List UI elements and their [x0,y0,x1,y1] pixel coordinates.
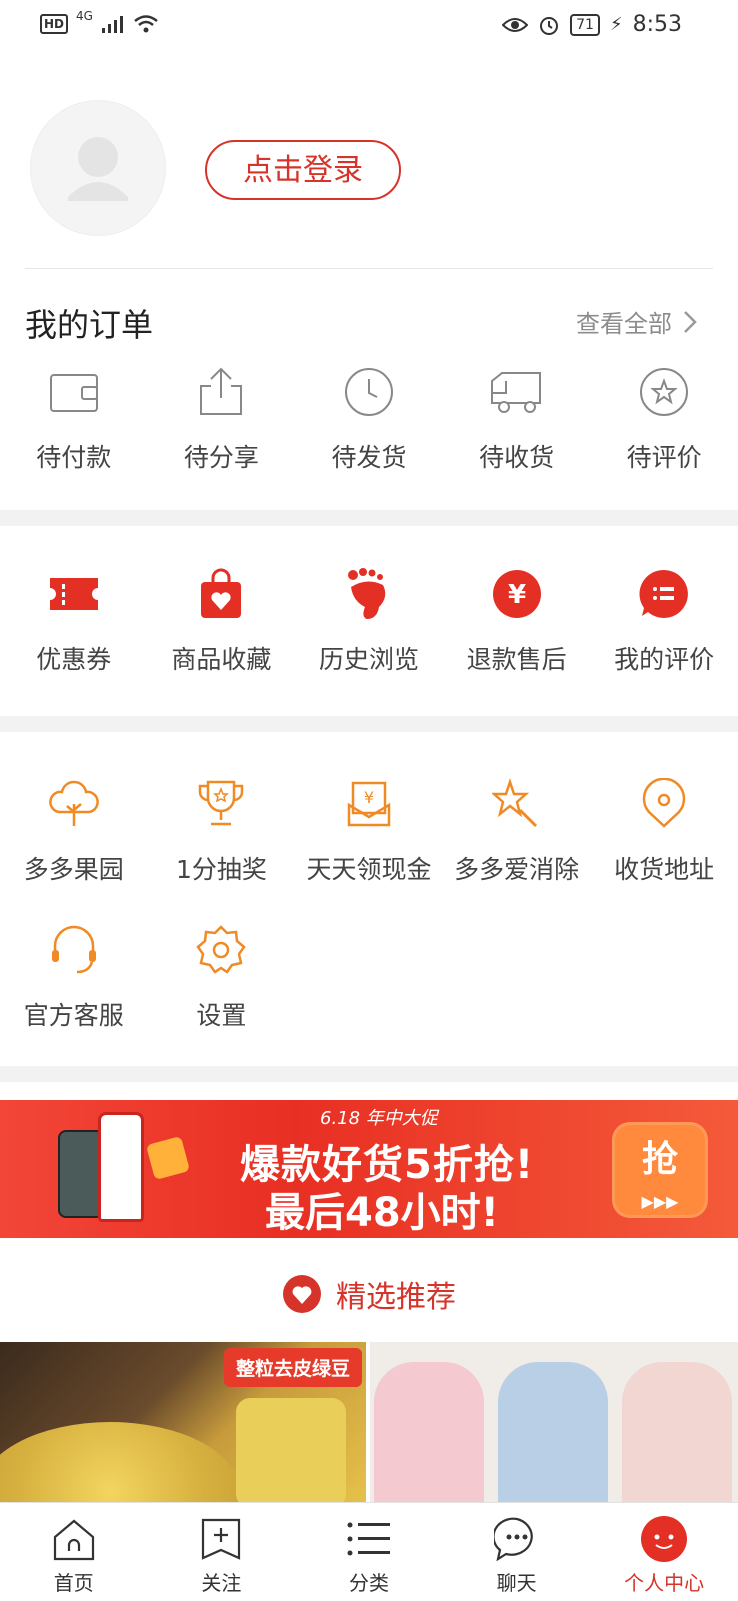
view-all-orders-link[interactable]: 查看全部 [576,304,698,339]
svg-text:¥: ¥ [364,788,374,807]
daily-cash-item[interactable]: ¥ 天天领现金 [295,776,443,886]
grab-button[interactable]: 抢 ▶▶▶ [612,1122,708,1218]
promo-banner[interactable]: 6.18 年中大促 爆款好货5折抢! 最后48小时! 抢 ▶▶▶ [0,1100,738,1238]
clock-icon [344,368,393,416]
trophy-icon [199,780,244,826]
section-gap [0,716,738,732]
login-button[interactable]: 点击登录 [205,140,401,200]
quick-actions-row: 优惠券 商品收藏 历史浏览 ¥ 退款售后 我的评价 [0,566,738,676]
refund-item[interactable]: ¥ 退款售后 [443,566,591,676]
section-gap [0,510,738,526]
beans-bowl-image [0,1422,240,1502]
featured-header: 精选推荐 [0,1252,738,1336]
bottom-tab-bar: 首页 关注 分类 聊天 个人中心 [0,1502,738,1601]
banner-tag: 6.18 年中大促 [320,1108,438,1129]
address-item[interactable]: 收货地址 [590,776,738,886]
battery-indicator: 71 [570,13,600,36]
signal-icon [101,16,123,33]
tab-profile[interactable]: 个人中心 [590,1503,738,1601]
lottery-item[interactable]: 1分抽奖 [148,776,296,886]
user-placeholder-icon [68,137,128,201]
location-icon [642,778,686,828]
tab-chat[interactable]: 聊天 [443,1503,591,1601]
magic-star-icon [491,778,537,828]
tab-home[interactable]: 首页 [0,1503,148,1601]
category-icon [347,1522,390,1556]
wallet-icon [49,374,98,412]
settings-icon [196,925,247,974]
truck-icon [490,372,541,413]
services-row-1: 多多果园 1分抽奖 ¥ 天天领现金 多多爱消除 收货地址 [0,776,738,886]
liquor-product-image [98,1112,144,1222]
wifi-icon [134,15,158,33]
favorites-item[interactable]: 商品收藏 [148,566,296,676]
order-status-row: 待付款 待分享 待发货 待收货 待评价 [0,364,738,474]
pajama-blue-image [498,1362,608,1502]
order-pending-payment[interactable]: 待付款 [0,364,148,474]
order-pending-share[interactable]: 待分享 [148,364,296,474]
home-icon [53,1519,94,1561]
network-label: 4G [76,9,93,23]
my-reviews-item[interactable]: 我的评价 [590,566,738,676]
product-card-pajamas[interactable] [370,1342,738,1502]
chevron-right-icon [684,310,697,333]
cash-envelope-icon: ¥ [347,781,391,827]
chat-icon [493,1517,533,1562]
pajama-pink-image [374,1362,484,1502]
coupons-item[interactable]: 优惠券 [0,566,148,676]
product-label: 整粒去皮绿豆 [224,1348,363,1387]
history-item[interactable]: 历史浏览 [295,566,443,676]
pajama-floral-image [622,1362,732,1502]
refund-icon: ¥ [492,570,541,618]
orders-title: 我的订单 [25,306,154,344]
gift-decoration [145,1135,191,1181]
charging-icon: ⚡ [609,14,623,35]
follow-icon [202,1518,241,1560]
product-card-mooncake[interactable]: 整粒去皮绿豆 [0,1342,366,1502]
status-bar: HD 4G 71 ⚡ 8:53 [0,0,738,56]
banner-subheadline: 最后48小时! [265,1190,499,1236]
order-pending-shipment[interactable]: 待发货 [295,364,443,474]
eye-icon [502,17,529,32]
tree-icon [48,780,99,826]
clock-time: 8:53 [632,12,682,37]
profile-icon [641,1516,688,1562]
play-arrows-icon: ▶▶▶ [641,1192,679,1211]
customer-service-item[interactable]: 官方客服 [0,922,148,1032]
match-game-item[interactable]: 多多爱消除 [443,776,591,886]
favorite-bag-icon [201,568,242,618]
services-row-2: 官方客服 设置 [0,922,738,1032]
coupon-icon [49,578,98,610]
comment-icon [639,569,689,618]
avatar[interactable] [30,100,166,236]
heart-badge-icon [283,1275,321,1313]
tab-follow[interactable]: 关注 [148,1503,296,1601]
orchard-item[interactable]: 多多果园 [0,776,148,886]
featured-title: 精选推荐 [336,1280,456,1315]
svg-text:¥: ¥ [508,580,526,610]
grab-label: 抢 [641,1139,678,1180]
hd-indicator: HD [40,14,69,34]
footprint-icon [347,568,386,619]
tab-category[interactable]: 分类 [295,1503,443,1601]
star-review-icon [640,368,689,416]
order-pending-review[interactable]: 待评价 [590,364,738,474]
order-pending-receipt[interactable]: 待收货 [443,364,591,474]
settings-item[interactable]: 设置 [148,922,296,1032]
view-all-label: 查看全部 [576,310,672,338]
section-gap [0,1066,738,1082]
headset-icon [51,925,96,974]
divider [25,268,713,269]
alarm-icon [540,16,559,35]
mooncake-image [236,1398,346,1502]
share-icon [200,367,243,415]
